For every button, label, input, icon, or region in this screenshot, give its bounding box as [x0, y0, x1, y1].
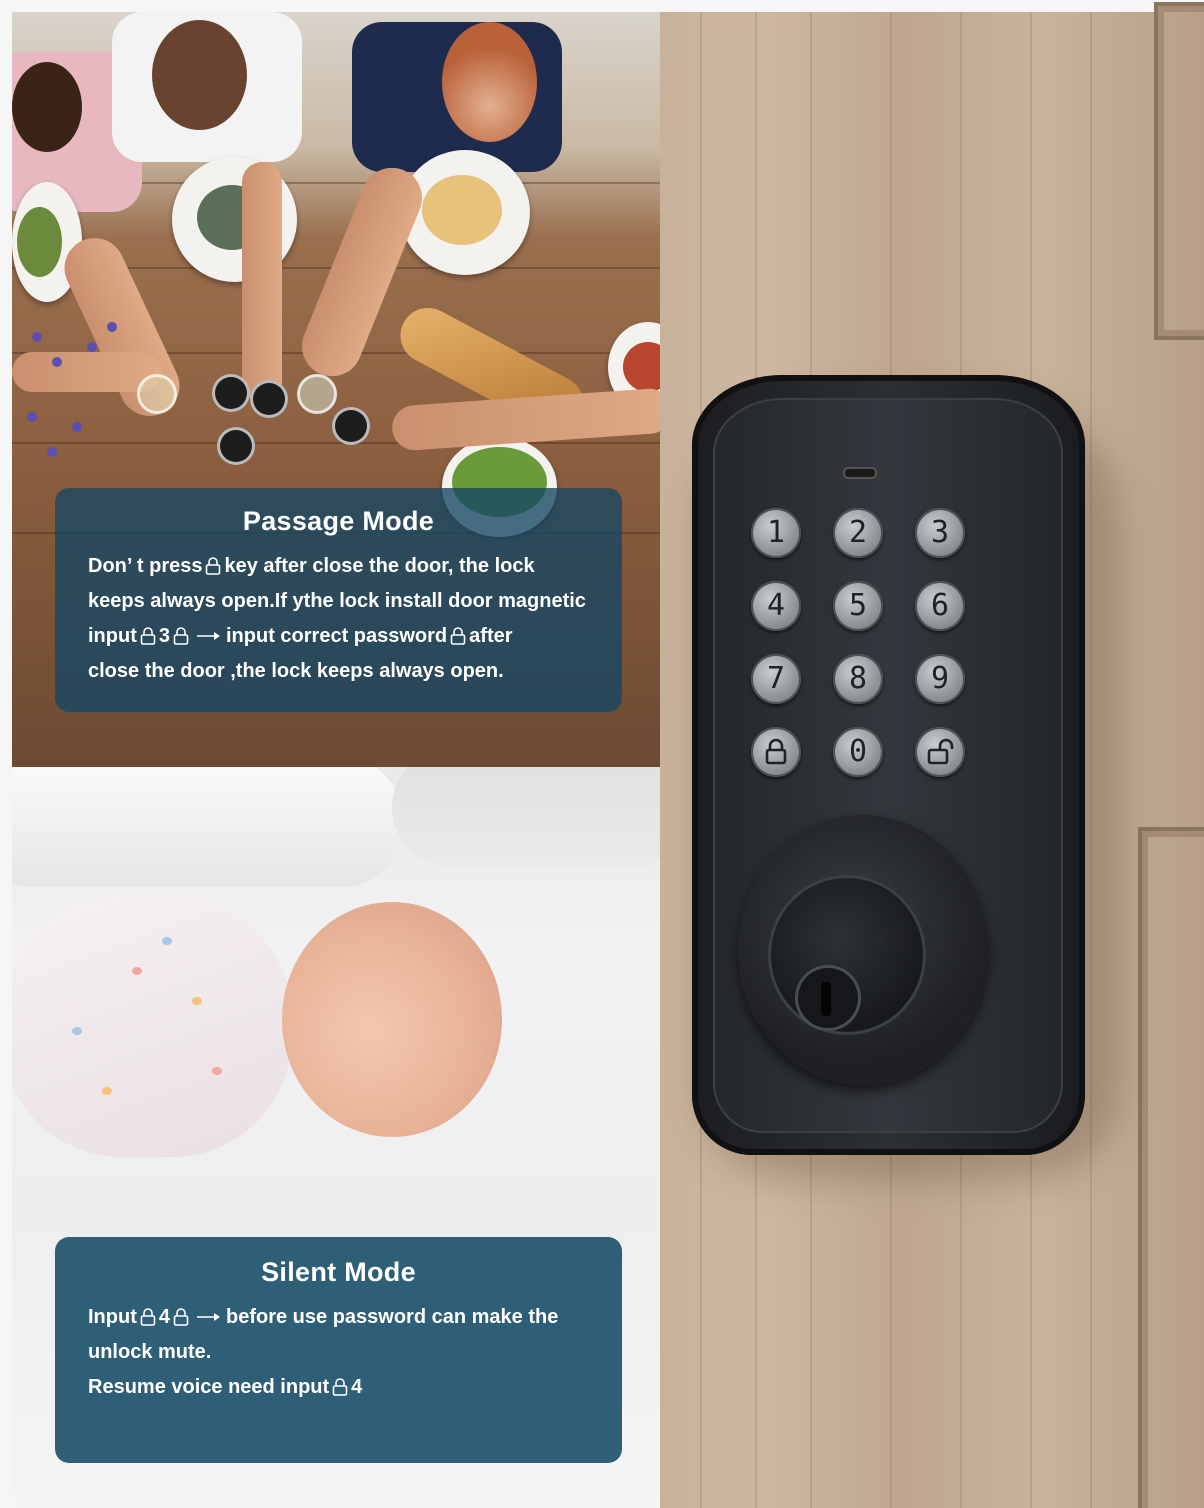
key-2[interactable]: 2: [833, 508, 883, 558]
passage-mode-title: Passage Mode: [242, 506, 435, 536]
person-head: [12, 62, 82, 152]
silent-mode-title: Silent Mode: [261, 1257, 416, 1287]
silent-mode-card: Silent Mode Input 4 before use password ca…: [55, 1237, 622, 1463]
passage-line-4: close the door ,the lock keeps always op…: [88, 660, 504, 682]
key-8[interactable]: 8: [833, 654, 883, 704]
lock-closed-icon: [450, 627, 466, 645]
plate: [400, 150, 530, 275]
passage-line-2: keeps always open.If ythe lock install d…: [88, 590, 586, 612]
key-4[interactable]: 4: [751, 581, 801, 631]
silent-mode-text: Input 4 before use password can make the u…: [88, 1300, 604, 1405]
arm: [242, 162, 282, 402]
glass: [297, 374, 337, 414]
baby-head: [282, 902, 502, 1137]
person-head: [152, 20, 247, 130]
lock-closed-icon: [765, 738, 787, 765]
key-3[interactable]: 3: [915, 508, 965, 558]
pillow: [392, 767, 660, 867]
lock-closed-icon: [206, 557, 221, 575]
silent-line-2: unlock mute.: [88, 1341, 212, 1363]
arrow-right-icon: [197, 632, 220, 640]
silent-line-1: Input 4 before use password can make the: [88, 1306, 559, 1328]
lock-closed-icon: [140, 627, 156, 645]
lock-closed-icon: [332, 1378, 348, 1396]
key-9[interactable]: 9: [915, 654, 965, 704]
key-0[interactable]: 0: [833, 727, 883, 777]
door-panel-molding: [1138, 827, 1204, 1508]
key-5[interactable]: 5: [833, 581, 883, 631]
status-led: [843, 467, 877, 479]
glass: [332, 407, 370, 445]
passage-line-3: input 3 input correct password after: [88, 625, 513, 647]
passage-mode-card: Passage Mode Don’ t press key after close…: [55, 488, 622, 712]
door-panel-molding: [1154, 2, 1204, 340]
key-1[interactable]: 1: [751, 508, 801, 558]
key-6[interactable]: 6: [915, 581, 965, 631]
lock-closed-icon: [140, 1308, 156, 1326]
passage-mode-text: Don’ t press key after close the door, th…: [88, 549, 604, 689]
baby-body: [12, 897, 292, 1157]
key-lock[interactable]: [751, 727, 801, 777]
glass: [250, 380, 288, 418]
arrow-right-icon: [197, 1313, 220, 1321]
pillow: [12, 767, 402, 887]
product-image: Passage Mode Don’ t press key after close…: [0, 0, 1204, 1508]
lock-closed-icon: [173, 627, 189, 645]
passage-line-1: Don’ t press key after close the door, th…: [88, 555, 535, 577]
glass: [137, 374, 177, 414]
key-7[interactable]: 7: [751, 654, 801, 704]
glass: [212, 374, 250, 412]
glass: [217, 427, 255, 465]
key-unlock[interactable]: [915, 727, 965, 777]
person-head: [442, 22, 537, 142]
lock-closed-icon: [173, 1308, 189, 1326]
silent-line-3: Resume voice need input 4: [88, 1376, 363, 1398]
lock-open-icon: [927, 738, 954, 765]
key-slot: [821, 982, 831, 1016]
